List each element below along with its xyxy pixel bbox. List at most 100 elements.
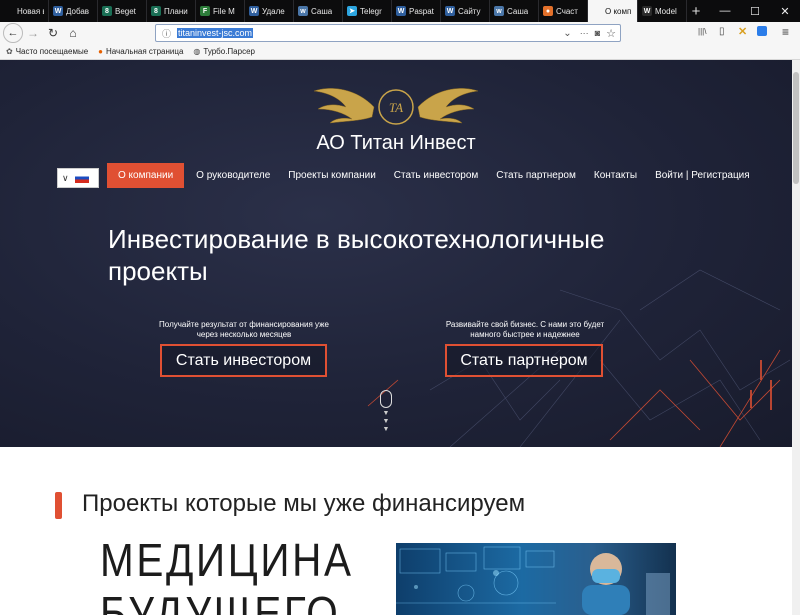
medical-image-illustration: [396, 546, 670, 615]
page-scrollbar-thumb[interactable]: [793, 72, 799, 184]
firefox-icon: ●: [98, 47, 103, 56]
vk-icon: W: [249, 6, 259, 16]
bookmark-label: Начальная страница: [105, 47, 184, 56]
forward-button[interactable]: →: [26, 23, 40, 43]
close-window-button[interactable]: ✕: [770, 0, 800, 22]
browser-tab-label: О комп: [605, 6, 632, 16]
extension-blue-icon[interactable]: [757, 26, 767, 36]
hero-section: TA АО Титан Инвест ∨ О компании О руково…: [0, 60, 792, 447]
url-text[interactable]: titaninvest-jsc.com: [177, 28, 254, 38]
browser-tab-label: Саша: [507, 6, 529, 16]
menu-about-company[interactable]: О компании: [107, 163, 185, 188]
medicine-title-line2: БУДУЩЕГО: [100, 588, 341, 615]
medical-project-image[interactable]: [396, 543, 676, 615]
browser-tab-label: Плани: [164, 6, 188, 16]
menu-about-leader[interactable]: О руководителе: [196, 170, 270, 181]
site-info-icon[interactable]: ⓘ: [162, 27, 171, 40]
sidebar-icon[interactable]: ▯: [719, 26, 725, 37]
investor-description: Получайте результат от финансирования уж…: [159, 320, 329, 339]
browser-tab[interactable]: w Саша: [294, 0, 343, 22]
menu-login-register[interactable]: Войти | Регистрация: [655, 170, 750, 181]
bookmark-start-page[interactable]: ● Начальная страница: [98, 47, 183, 56]
vk-icon: w: [494, 6, 504, 16]
browser-tab-label: Удале: [262, 6, 285, 16]
vk-icon: W: [445, 6, 455, 16]
menu-become-investor[interactable]: Стать инвестором: [394, 170, 479, 181]
library-icon[interactable]: |||\: [698, 27, 706, 36]
forward-arrow-icon: →: [27, 26, 39, 40]
gear-icon: ✿: [6, 47, 13, 56]
menu-become-partner[interactable]: Стать партнером: [496, 170, 576, 181]
reload-icon: ↻: [47, 26, 59, 40]
browser-tab[interactable]: W Удале: [245, 0, 294, 22]
wix-icon: W: [642, 6, 652, 16]
browser-tab-label: Сайту: [458, 6, 481, 16]
partner-description: Развивайте свой бизнес. С нами это будет…: [445, 320, 605, 339]
bookmark-most-visited[interactable]: ✿ Часто посещаемые: [6, 47, 88, 56]
window-controls: — ☐ ✕: [710, 0, 800, 22]
bookmark-star-icon[interactable]: ☆: [606, 27, 616, 40]
browser-tab-label: File M: [213, 6, 235, 16]
reload-button[interactable]: ↻: [46, 23, 60, 43]
menu-contacts[interactable]: Контакты: [594, 170, 637, 181]
browser-tab-label: Paspat: [409, 6, 434, 16]
browser-tab-label: Счаст: [556, 6, 578, 16]
browser-tab[interactable]: W Paspat: [392, 0, 441, 22]
browser-tab-label: Model: [655, 6, 677, 16]
page-actions-icon[interactable]: ···: [580, 28, 589, 38]
url-bar[interactable]: ⓘ titaninvest-jsc.com ⌄ ··· ◙ ☆: [155, 24, 621, 42]
browser-tab[interactable]: О комп: [588, 0, 638, 22]
globe-icon: ◍: [193, 47, 201, 56]
bookmark-turbo-parser[interactable]: ◍ Турбо.Парсер: [193, 47, 255, 56]
vk-icon: w: [298, 6, 308, 16]
navigation-toolbar: ← → ↻ ⌂ ⓘ titaninvest-jsc.com ⌄ ··· ◙ ☆ …: [0, 22, 800, 44]
scroll-mouse-icon[interactable]: [380, 390, 392, 408]
home-button[interactable]: ⌂: [66, 23, 80, 43]
vk-icon: W: [396, 6, 406, 16]
language-selector[interactable]: ∨: [57, 168, 99, 188]
beget-icon: 8: [102, 6, 112, 16]
url-dropdown-icon[interactable]: ⌄: [563, 28, 571, 39]
pocket-icon[interactable]: ◙: [595, 28, 600, 38]
minimize-button[interactable]: —: [710, 0, 740, 22]
tab-list: Новая вклWДобав8Beget8ПланиFFile MWУдале…: [0, 0, 687, 22]
browser-tab[interactable]: 8 Плани: [147, 0, 196, 22]
hamburger-menu-icon[interactable]: ≡: [782, 25, 789, 39]
medicine-title-line2-clip: БУДУЩЕГО: [100, 588, 390, 615]
browser-tab[interactable]: W Model: [638, 0, 687, 22]
bookmark-label: Турбо.Парсер: [203, 47, 255, 56]
browser-tab-label: Добав: [66, 6, 90, 16]
tab-strip: Новая вклWДобав8Beget8ПланиFFile MWУдале…: [0, 0, 800, 22]
new-tab-button[interactable]: +: [687, 0, 705, 22]
medicine-title-line1: МЕДИЦИНА: [100, 534, 354, 586]
back-button[interactable]: ←: [3, 23, 23, 43]
browser-tab[interactable]: 8 Beget: [98, 0, 147, 22]
browser-tab[interactable]: w Саша: [490, 0, 539, 22]
beget-icon: 8: [151, 6, 161, 16]
extension-icon[interactable]: ✕: [738, 25, 750, 38]
maximize-button[interactable]: ☐: [740, 0, 770, 22]
home-icon: ⌂: [69, 26, 77, 40]
site-tab-icon: [592, 6, 602, 16]
become-investor-button[interactable]: Стать инвестором: [160, 344, 327, 377]
scroll-down-arrows-icon: ▼ ▼ ▼: [382, 410, 390, 433]
browser-tab[interactable]: ● Счаст: [539, 0, 588, 22]
vk-icon: W: [53, 6, 63, 16]
browser-tab[interactable]: W Добав: [49, 0, 98, 22]
logo-monogram: TA: [389, 100, 403, 115]
become-partner-button[interactable]: Стать партнером: [445, 344, 603, 377]
bookmarks-toolbar: ✿ Часто посещаемые ● Начальная страница ◍ Т…: [0, 44, 800, 60]
menu-company-projects[interactable]: Проекты компании: [288, 170, 376, 181]
firefox-tab-icon: [4, 6, 14, 16]
browser-tab[interactable]: F File M: [196, 0, 245, 22]
back-arrow-icon: ←: [7, 27, 19, 39]
browser-tab[interactable]: Новая вкл: [0, 0, 49, 22]
browser-tab-label: Beget: [115, 6, 136, 16]
main-menu: О компании О руководителе Проекты компан…: [107, 163, 768, 188]
hero-headline: Инвестирование в высокотехнологичные про…: [108, 224, 605, 286]
bookmark-label: Часто посещаемые: [15, 47, 89, 56]
browser-tab[interactable]: W Сайту: [441, 0, 490, 22]
file-manager-icon: F: [200, 6, 210, 16]
brand-title: АО Титан Инвест: [316, 132, 476, 154]
browser-tab[interactable]: ➤ Telegr: [343, 0, 392, 22]
